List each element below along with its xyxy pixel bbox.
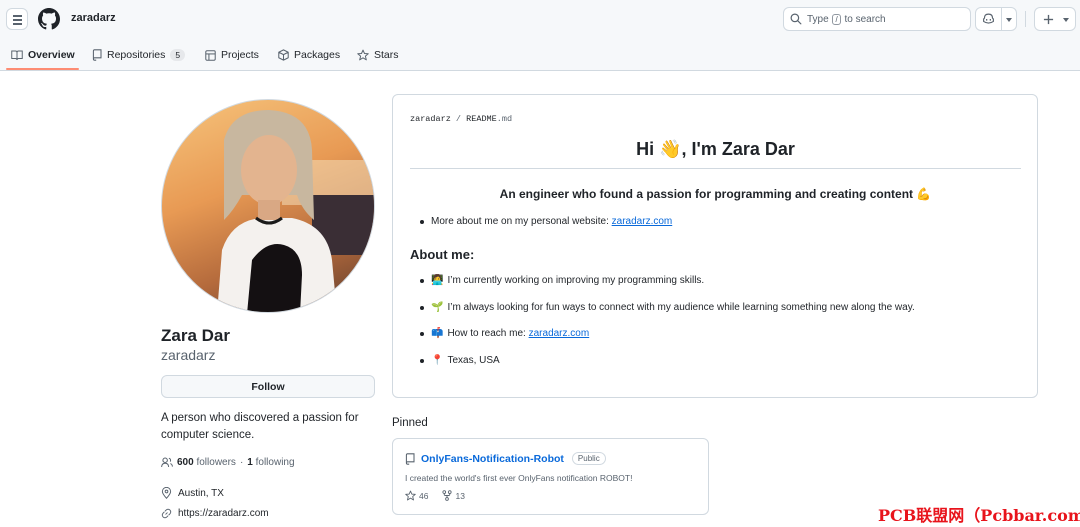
pinned-repo-link[interactable]: OnlyFans-Notification-Robot — [421, 453, 564, 465]
avatar[interactable] — [161, 99, 375, 313]
contact-link[interactable]: zaradarz.com — [529, 328, 590, 339]
followers-summary: 600 followers · 1 following — [161, 457, 295, 468]
round-pushpin-emoji: 📍 — [431, 355, 444, 366]
list-item: 🌱 I’m always looking for fun ways to conn… — [420, 302, 915, 313]
tab-label: Stars — [374, 49, 399, 61]
list-item: 👩‍💻 I’m currently working on improving my… — [420, 275, 704, 286]
technologist-emoji: 👩‍💻 — [431, 275, 444, 286]
profile-website: https://zaradarz.com — [161, 508, 269, 519]
location-pin-icon — [161, 487, 172, 499]
about-heading: About me: — [410, 247, 475, 262]
copilot-button[interactable] — [975, 7, 1017, 31]
list-item: 📫 How to reach me: zaradarz.com — [420, 328, 589, 339]
selected-tab-indicator — [6, 68, 79, 70]
readme-path: zaradarz / README.md — [410, 114, 513, 124]
tab-projects[interactable]: Projects — [205, 47, 259, 63]
book-icon — [11, 50, 23, 60]
profile-location: Austin, TX — [161, 487, 224, 499]
repo-icon — [92, 49, 102, 61]
menu-button[interactable] — [6, 8, 28, 30]
list-item: 📍 Texas, USA — [420, 355, 500, 366]
create-new-button[interactable] — [1034, 7, 1076, 31]
seedling-emoji: 🌱 — [431, 302, 444, 313]
pinned-repo-description: I created the world's first ever OnlyFan… — [405, 473, 633, 483]
pinned-heading: Pinned — [392, 417, 428, 429]
location-text: Austin, TX — [178, 487, 224, 499]
watermark-text: PCB联盟网（Pcbbar.com） — [878, 506, 1080, 525]
tab-overview[interactable]: Overview — [11, 47, 75, 63]
tab-label: Overview — [28, 49, 75, 61]
plus-icon — [1043, 14, 1054, 25]
fork-icon — [442, 490, 453, 501]
tab-stars[interactable]: Stars — [357, 47, 399, 63]
stargazers-link[interactable]: 46 — [405, 490, 428, 501]
copilot-icon — [983, 13, 994, 24]
list-item: More about me on my personal website: za… — [420, 216, 672, 227]
package-icon — [278, 49, 289, 61]
tab-label: Projects — [221, 49, 259, 61]
readme-heading: Hi 👋, I'm Zara Dar — [636, 139, 795, 159]
search-placeholder: Type / to search — [807, 14, 886, 25]
follow-button[interactable]: Follow — [161, 375, 375, 398]
search-input[interactable]: Type / to search — [783, 7, 971, 31]
readme-owner-link[interactable]: zaradarz — [410, 114, 451, 124]
global-header: zaradarz Type / to search — [0, 0, 1080, 38]
profile-login: zaradarz — [161, 347, 216, 363]
followers-link[interactable]: 600 followers — [177, 457, 236, 468]
star-icon — [357, 49, 369, 61]
tab-repositories[interactable]: Repositories 5 — [92, 47, 186, 63]
star-icon — [405, 490, 416, 501]
tab-packages[interactable]: Packages — [278, 47, 340, 63]
profile-tabs: Overview Repositories 5 Projects Package… — [0, 38, 1080, 71]
repositories-count-badge: 5 — [170, 49, 186, 61]
following-link[interactable]: 1 following — [247, 457, 294, 468]
personal-website-link[interactable]: zaradarz.com — [612, 216, 673, 227]
mailbox-emoji: 📫 — [431, 328, 444, 339]
table-icon — [205, 49, 216, 61]
repo-icon — [405, 452, 415, 465]
link-icon — [161, 508, 172, 519]
github-logo-icon[interactable] — [38, 8, 60, 30]
profile-readme: zaradarz / README.md Hi 👋, I'm Zara Dar … — [392, 94, 1038, 398]
people-icon — [161, 457, 173, 468]
tab-label: Packages — [294, 49, 341, 61]
profile-name: Zara Dar — [161, 326, 230, 345]
tab-label: Repositories — [107, 49, 166, 61]
website-link[interactable]: https://zaradarz.com — [178, 508, 269, 519]
visibility-badge: Public — [571, 452, 606, 465]
chevron-down-icon — [1006, 18, 1012, 22]
chevron-down-icon — [1063, 18, 1069, 22]
forks-link[interactable]: 13 — [442, 490, 465, 501]
readme-subheading: An engineer who found a passion for prog… — [499, 187, 932, 201]
pinned-repo-card: OnlyFans-Notification-Robot Public I cre… — [392, 438, 709, 515]
avatar-photo — [217, 110, 374, 312]
slash-key-hint: / — [832, 14, 841, 25]
search-icon — [790, 13, 802, 25]
readme-divider — [410, 168, 1021, 169]
header-divider — [1025, 11, 1026, 27]
header-username-link[interactable]: zaradarz — [71, 12, 116, 24]
profile-bio: A person who discovered a passion for co… — [161, 412, 359, 441]
